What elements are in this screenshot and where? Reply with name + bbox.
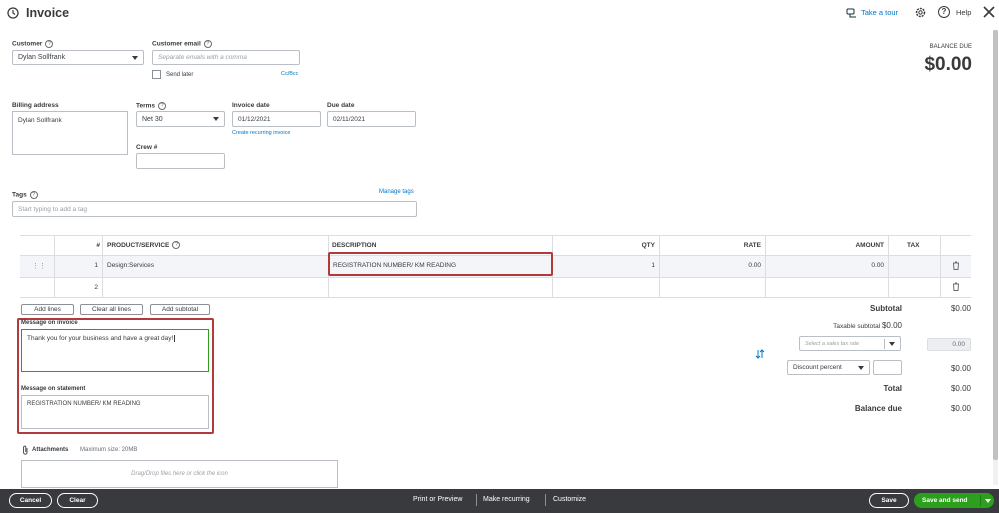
col-header-rate: RATE	[743, 241, 761, 249]
chevron-down-icon[interactable]	[985, 499, 991, 503]
trash-icon[interactable]	[952, 261, 960, 270]
invoice-date-input[interactable]: 01/12/2021	[232, 111, 321, 127]
print-preview-link[interactable]: Print or Preview	[413, 496, 462, 503]
row-1-amount[interactable]: 0.00	[820, 255, 884, 276]
drag-handle-icon[interactable]: ⋮⋮	[32, 255, 46, 276]
tags-help-icon[interactable]: ?	[29, 191, 38, 199]
footer-divider	[476, 494, 477, 506]
discount-type-select[interactable]: Discount percent	[787, 360, 870, 375]
description-highlight	[328, 252, 553, 276]
sales-tax-select[interactable]: Select a sales tax rate	[799, 336, 901, 351]
discount-value: $0.00	[950, 364, 971, 373]
clear-all-lines-button[interactable]: Clear all lines	[80, 304, 143, 315]
gear-icon[interactable]	[914, 6, 927, 19]
tags-input[interactable]: Start typing to add a tag	[12, 201, 417, 217]
create-recurring-link[interactable]: Create recurring invoice	[232, 130, 290, 136]
save-button[interactable]: Save	[869, 493, 909, 508]
balance-due-value: $0.00	[924, 54, 972, 75]
tax-amount-input[interactable]: 0.00	[927, 338, 971, 351]
billing-address-label: Billing address	[12, 102, 59, 109]
message-statement-input[interactable]: REGISTRATION NUMBER/ KM READING	[21, 395, 209, 429]
history-icon[interactable]	[6, 6, 20, 20]
page-title: Invoice	[26, 6, 70, 20]
due-date-label: Due date	[327, 102, 355, 109]
col-header-tax: TAX	[907, 241, 920, 249]
subtotal-label: Subtotal	[870, 304, 902, 313]
col-header-qty: QTY	[641, 241, 655, 249]
paperclip-icon	[23, 445, 28, 455]
message-statement-label: Message on statement	[21, 386, 86, 392]
discount-input[interactable]	[873, 360, 902, 375]
cancel-button[interactable]: Cancel	[9, 493, 52, 508]
tour-icon[interactable]	[846, 7, 857, 18]
row-2-num: 2	[94, 283, 98, 291]
manage-tags-link[interactable]: Manage tags	[379, 189, 414, 195]
help-icon[interactable]: ?	[938, 6, 950, 18]
email-help-icon[interactable]: ?	[203, 40, 212, 48]
take-tour-link[interactable]: Take a tour	[861, 8, 898, 17]
make-recurring-link[interactable]: Make recurring	[483, 496, 530, 503]
balance-due-total-value: $0.00	[950, 404, 971, 413]
invoice-date-label: Invoice date	[232, 102, 270, 109]
billing-address-input[interactable]: Dylan Sollfrank	[12, 111, 128, 155]
row-1-num: 1	[94, 262, 98, 269]
scrollbar[interactable]	[993, 30, 998, 485]
cc-bcc-link[interactable]: Cc/Bcc	[281, 71, 298, 77]
swap-icon[interactable]	[755, 349, 765, 359]
attachments-max-size: Maximum size: 20MB	[80, 447, 138, 453]
customize-link[interactable]: Customize	[553, 496, 586, 503]
attachments-label: Attachments	[32, 447, 69, 453]
total-value: $0.00	[950, 384, 971, 393]
attachment-dropzone[interactable]: Drag/Drop files here or click the icon	[21, 460, 338, 488]
save-and-send-button[interactable]: Save and send	[914, 493, 994, 508]
message-invoice-input[interactable]: Thank you for your business and have a g…	[21, 329, 209, 372]
add-subtotal-button[interactable]: Add subtotal	[150, 304, 210, 315]
crew-input[interactable]	[136, 153, 225, 169]
customer-email-input[interactable]: Separate emails with a comma	[152, 50, 300, 65]
taxable-subtotal: Taxable subtotal $0.00	[833, 321, 902, 330]
close-icon[interactable]	[983, 6, 995, 18]
tags-label: Tags?	[12, 191, 38, 199]
balance-due-total-label: Balance due	[854, 404, 902, 413]
subtotal-value: $0.00	[950, 304, 971, 313]
col-header-num: #	[96, 241, 100, 249]
terms-help-icon[interactable]: ?	[158, 102, 167, 110]
terms-label: Terms?	[136, 102, 167, 110]
customer-select[interactable]: Dylan Sollfrank	[12, 50, 144, 65]
header-bar: Invoice Take a tour ? Help	[0, 0, 999, 26]
message-invoice-label: Message on invoice	[21, 320, 78, 326]
send-later-checkbox[interactable]	[152, 70, 161, 79]
send-later-label: Send later	[166, 72, 194, 78]
total-label: Total	[883, 384, 902, 393]
add-lines-button[interactable]: Add lines	[21, 304, 74, 315]
customer-email-label: Customer email?	[152, 40, 212, 48]
row-1-rate[interactable]: 0.00	[700, 255, 761, 276]
row-1-qty[interactable]: 1	[600, 255, 655, 276]
terms-select[interactable]: Net 30	[136, 111, 225, 127]
customer-label: Customer?	[12, 40, 54, 48]
due-date-input[interactable]: 02/11/2021	[327, 111, 416, 127]
col-header-amount: AMOUNT	[855, 241, 884, 249]
clear-button[interactable]: Clear	[57, 493, 98, 508]
row-1-product[interactable]: Design:Services	[107, 255, 154, 276]
crew-label: Crew #	[136, 144, 158, 151]
balance-due-label: BALANCE DUE	[929, 44, 972, 50]
help-label[interactable]: Help	[956, 8, 971, 17]
customer-help-icon[interactable]: ?	[45, 40, 54, 48]
col-header-product: PRODUCT/SERVICE?	[107, 236, 181, 254]
trash-icon[interactable]	[952, 282, 960, 291]
product-help-icon[interactable]: ?	[172, 241, 181, 249]
footer-divider	[545, 494, 546, 506]
